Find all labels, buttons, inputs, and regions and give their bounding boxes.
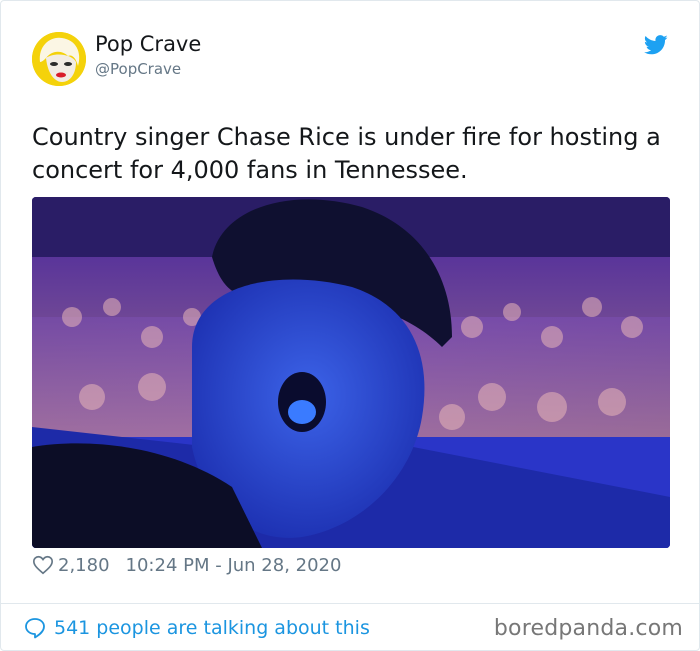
conversation-link[interactable]: 541 people are talking about this [23,616,370,640]
tweet-media[interactable] [32,197,670,548]
tweet-meta: 2,180 10:24 PM - Jun 28, 2020 [32,553,341,577]
twitter-bird-icon[interactable] [644,34,668,56]
divider [1,603,700,604]
watermark: boredpanda.com [493,616,683,641]
speech-bubble-icon [25,618,45,639]
heart-icon[interactable] [32,554,54,576]
tweet-card: Pop Crave @PopCrave Country singer Chase… [0,0,700,651]
avatar-image [32,32,86,86]
talking-count-label: 541 people are talking about this [54,617,370,639]
tweet-text: Country singer Chase Rice is under fire … [32,123,661,184]
avatar[interactable] [32,32,86,86]
author-name[interactable]: Pop Crave [95,32,201,56]
concert-photo [32,197,670,548]
like-count[interactable]: 2,180 [58,555,110,576]
author-handle[interactable]: @PopCrave [95,60,181,78]
timestamp[interactable]: 10:24 PM - Jun 28, 2020 [126,555,342,576]
